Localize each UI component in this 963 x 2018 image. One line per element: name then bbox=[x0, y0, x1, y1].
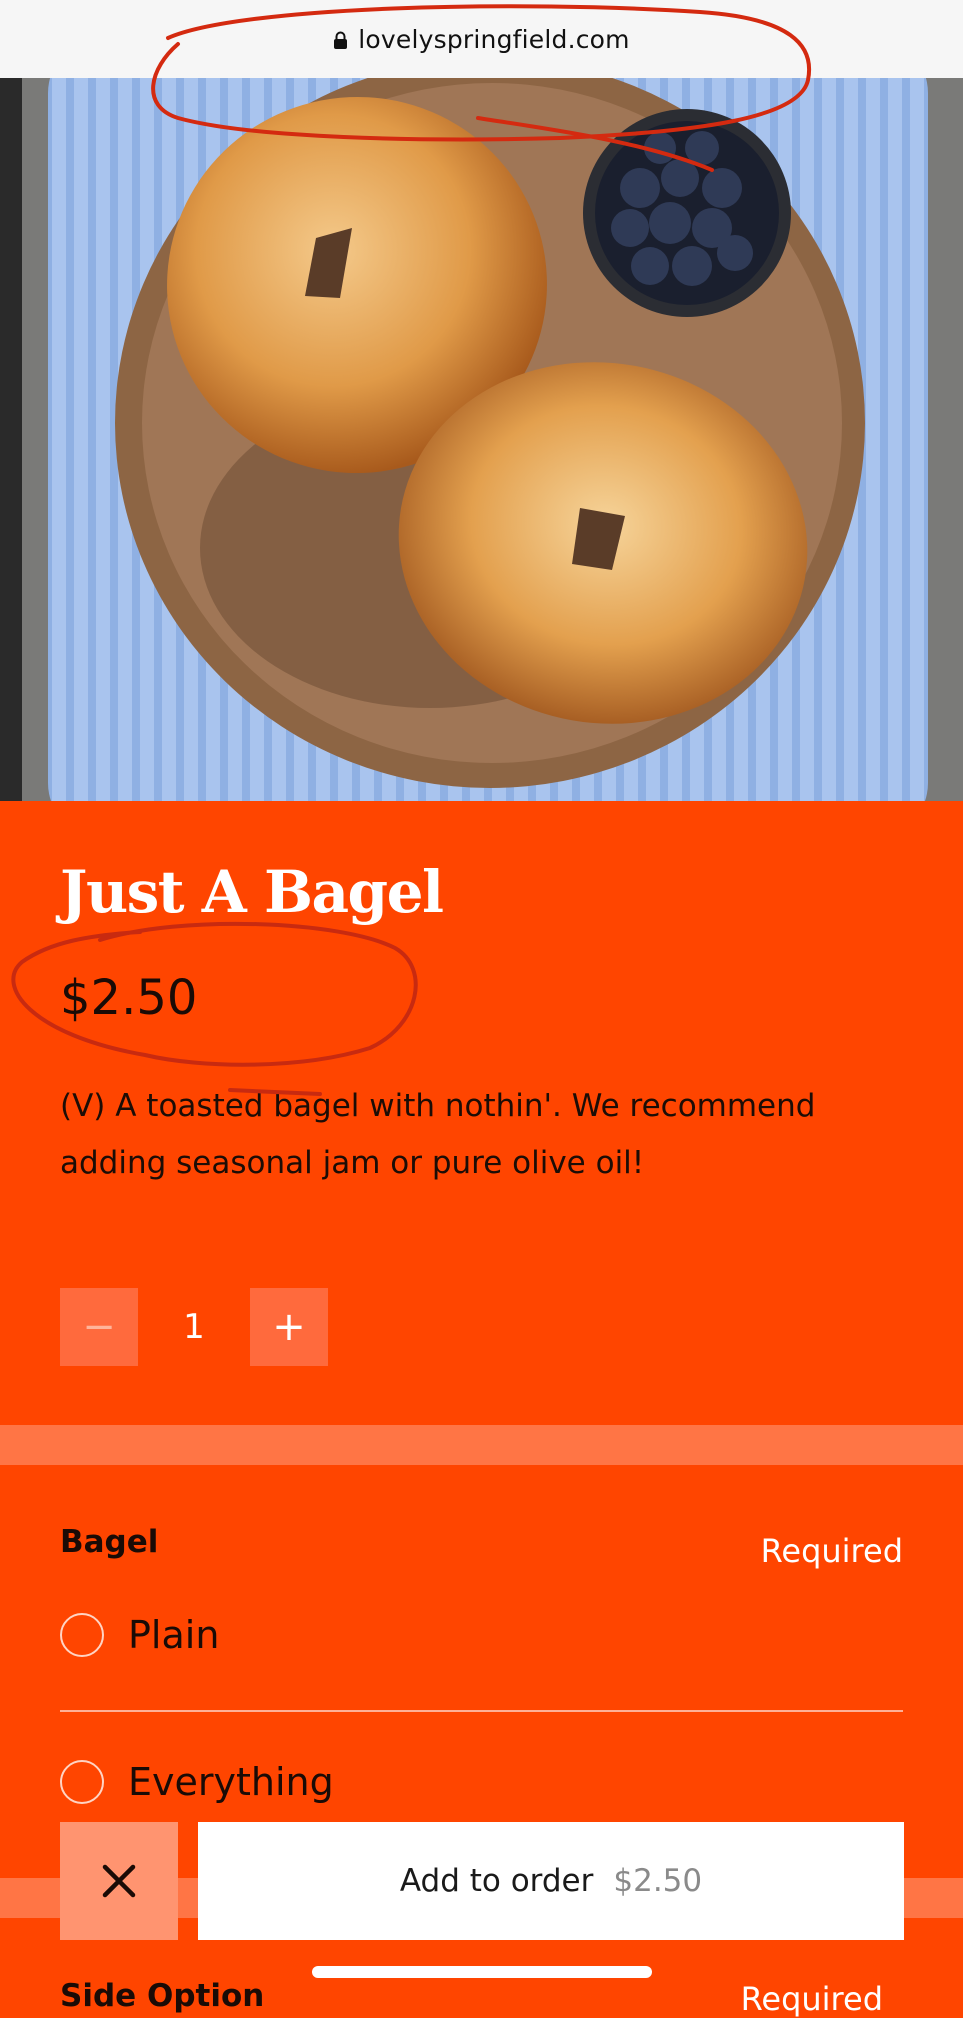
close-button[interactable] bbox=[60, 1822, 178, 1940]
quantity-value: 1 bbox=[183, 1307, 205, 1347]
option-label: Plain bbox=[128, 1613, 220, 1657]
home-indicator[interactable] bbox=[312, 1966, 652, 1978]
add-to-order-button[interactable]: Add to order $2.50 bbox=[198, 1822, 904, 1940]
option-divider bbox=[60, 1710, 903, 1712]
required-label: Required bbox=[740, 1980, 883, 2018]
address-bar[interactable]: lovelyspringfield.com bbox=[0, 0, 963, 78]
increment-button[interactable]: + bbox=[250, 1288, 328, 1366]
product-image bbox=[0, 78, 963, 801]
option-group-title: Bagel bbox=[60, 1524, 159, 1560]
bagel-photo bbox=[0, 78, 963, 801]
option-everything[interactable]: Everything bbox=[60, 1752, 903, 1812]
radio-empty-icon[interactable] bbox=[60, 1613, 104, 1657]
add-to-order-amount: $2.50 bbox=[613, 1863, 703, 1899]
product-title: Just A Bagel bbox=[60, 858, 444, 926]
url-text: lovelyspringfield.com bbox=[358, 24, 630, 54]
required-label: Required bbox=[760, 1532, 903, 1570]
add-to-order-label: Add to order bbox=[399, 1863, 594, 1899]
option-plain[interactable]: Plain bbox=[60, 1605, 903, 1665]
product-description: (V) A toasted bagel with nothin'. We rec… bbox=[60, 1088, 816, 1181]
option-group-title: Side Option bbox=[60, 1978, 265, 2014]
option-label: Everything bbox=[128, 1760, 334, 1804]
section-divider bbox=[0, 1425, 963, 1465]
radio-empty-icon[interactable] bbox=[60, 1760, 104, 1804]
decrement-button[interactable]: − bbox=[60, 1288, 138, 1366]
lock-icon bbox=[334, 31, 348, 49]
product-price: $2.50 bbox=[60, 970, 198, 1026]
close-icon bbox=[102, 1864, 136, 1898]
quantity-stepper: − 1 + bbox=[60, 1288, 328, 1366]
